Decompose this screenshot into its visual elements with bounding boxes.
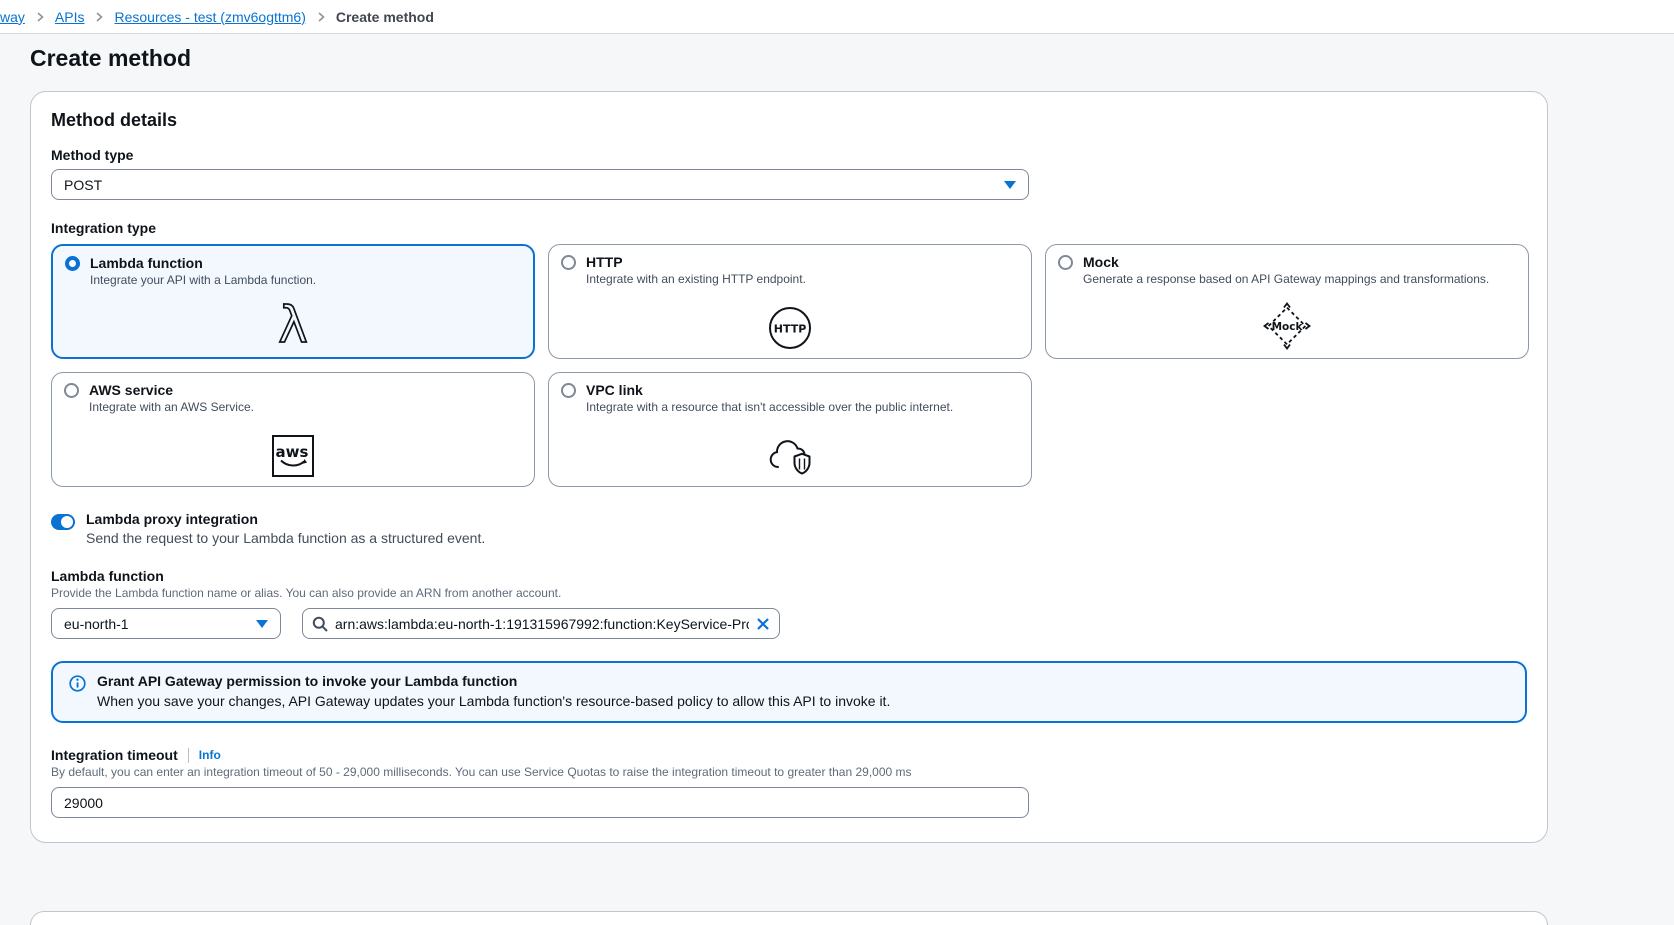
svg-text:HTTP: HTTP [774,323,807,336]
lambda-proxy-description: Send the request to your Lambda function… [86,530,485,546]
method-type-value: POST [64,177,102,193]
tile-description: Integrate with an existing HTTP endpoint… [586,272,1019,286]
radio-unchecked-icon[interactable] [1058,255,1073,270]
radio-unchecked-icon[interactable] [64,383,79,398]
method-details-card: Method details Method type POST Integrat… [30,91,1548,843]
region-value: eu-north-1 [64,616,129,632]
vpc-link-icon [765,434,815,478]
permission-alert: Grant API Gateway permission to invoke y… [51,661,1527,723]
tile-title: Lambda function [90,255,203,271]
tile-aws-service[interactable]: AWS service Integrate with an AWS Servic… [51,372,535,487]
chevron-down-icon [1004,181,1016,189]
tile-title: VPC link [586,382,643,398]
aws-icon: aws [271,434,315,478]
breadcrumb-link-resources[interactable]: Resources - test (zmv6ogttm6) [114,9,305,25]
clear-input-icon[interactable] [756,617,770,631]
radio-unchecked-icon[interactable] [561,255,576,270]
tile-description: Generate a response based on API Gateway… [1083,272,1516,286]
lambda-proxy-row: Lambda proxy integration Send the reques… [51,511,1527,546]
integration-type-tiles: Lambda function Integrate your API with … [51,244,1533,487]
svg-text:Mock: Mock [1272,321,1304,333]
chevron-right-icon [93,11,105,23]
lambda-function-label: Lambda function [51,568,1527,584]
integration-timeout-description: By default, you can enter an integration… [51,765,1527,779]
chevron-right-icon [315,11,327,23]
tile-mock[interactable]: Mock Generate a response based on API Ga… [1045,244,1529,359]
breadcrumb-link-apis[interactable]: APIs [55,9,85,25]
lambda-function-description: Provide the Lambda function name or alia… [51,586,1527,600]
lambda-arn-input[interactable]: arn:aws:lambda:eu-north-1:191315967992:f… [302,608,780,639]
lambda-proxy-label: Lambda proxy integration [86,511,485,527]
region-select[interactable]: eu-north-1 [51,608,281,639]
lambda-arn-value: arn:aws:lambda:eu-north-1:191315967992:f… [335,616,749,632]
breadcrumb: way APIs Resources - test (zmv6ogttm6) C… [0,0,1674,34]
svg-text:aws: aws [276,443,309,461]
lambda-icon: λ [270,297,316,349]
lambda-proxy-toggle[interactable] [51,514,75,530]
http-icon: HTTP [768,306,812,350]
tile-vpc-link[interactable]: VPC link Integrate with a resource that … [548,372,1032,487]
tile-lambda-function[interactable]: Lambda function Integrate your API with … [51,244,535,359]
alert-description: When you save your changes, API Gateway … [97,693,890,709]
alert-title: Grant API Gateway permission to invoke y… [97,673,890,689]
tile-http[interactable]: HTTP Integrate with an existing HTTP end… [548,244,1032,359]
breadcrumb-current: Create method [336,9,434,25]
integration-timeout-input[interactable] [51,787,1029,818]
radio-checked-icon[interactable] [65,256,80,271]
tile-title: AWS service [89,382,173,398]
page-title: Create method [30,45,1548,72]
integration-type-label: Integration type [51,220,1527,236]
integration-timeout-info-link[interactable]: Info [199,748,221,762]
radio-unchecked-icon[interactable] [561,383,576,398]
chevron-down-icon [256,620,268,628]
tile-description: Integrate with an AWS Service. [89,400,522,414]
chevron-right-icon [34,11,46,23]
search-icon [312,616,328,632]
mock-icon: Mock [1263,302,1311,350]
integration-timeout-label: Integration timeout [51,747,178,763]
method-type-select[interactable]: POST [51,169,1029,200]
svg-text:λ: λ [278,296,308,354]
method-type-label: Method type [51,147,1527,163]
next-section-card [30,911,1548,925]
tile-title: HTTP [586,254,623,270]
tile-title: Mock [1083,254,1119,270]
tile-description: Integrate with a resource that isn't acc… [586,400,1019,414]
method-details-heading: Method details [51,110,1527,131]
label-divider [188,748,189,763]
breadcrumb-link-api-gateway[interactable]: way [0,9,25,25]
info-icon [69,675,86,692]
tile-description: Integrate your API with a Lambda functio… [90,273,521,287]
